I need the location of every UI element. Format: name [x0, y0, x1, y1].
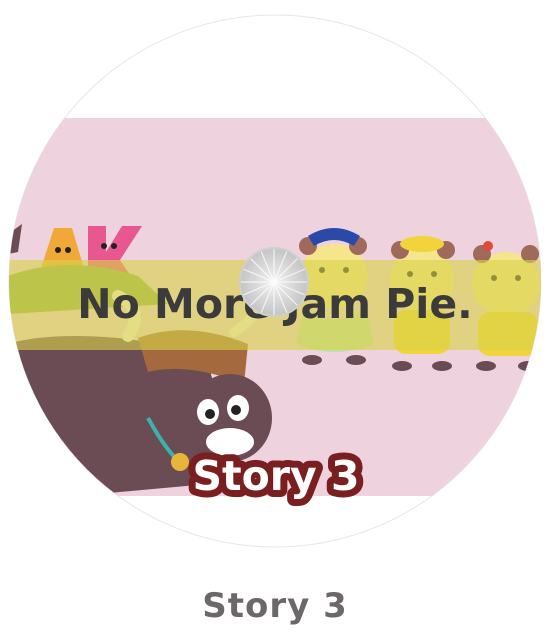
disc-story-label: Story 3	[192, 452, 359, 500]
disc-artwork: y No More Jam Pie. Story 3	[8, 14, 542, 548]
story-caption[interactable]: Story 3	[0, 584, 550, 628]
center-hole	[239, 247, 309, 317]
logo-fragment: y	[32, 144, 40, 158]
story-disc[interactable]: y No More Jam Pie. Story 3	[8, 14, 542, 548]
